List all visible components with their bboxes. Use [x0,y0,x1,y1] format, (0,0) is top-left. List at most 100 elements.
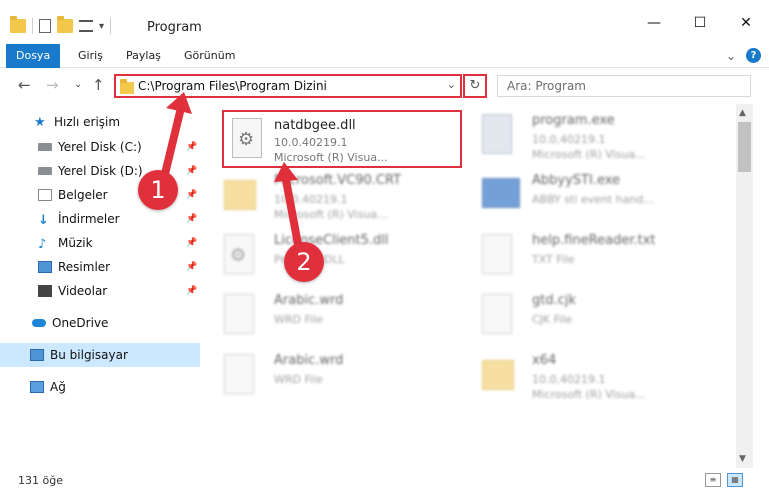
pin-icon[interactable]: 📌 [186,238,197,248]
sidebar-item-label: Yerel Disk (D:) [58,164,143,178]
quick-access-toolbar: ▾ [10,16,112,34]
music-icon: ♪ [38,237,47,252]
sidebar-item-downloads[interactable]: ↓ İndirmeler 📌 [0,207,200,231]
pin-icon[interactable]: 📌 [186,142,197,152]
file-type: WRD File [274,313,323,326]
scroll-up-icon[interactable]: ▲ [739,108,746,118]
callout-marker-2: 2 [284,242,324,282]
file-item[interactable]: x64 10.0.40219.1 Microsoft (R) Visua... [466,344,706,404]
pin-icon[interactable]: 📌 [186,262,197,272]
sidebar-item-label: Ağ [50,380,66,394]
sidebar-item-label: Resimler [58,260,111,274]
sidebar-item-label: Hızlı erişim [54,115,121,129]
tab-home[interactable]: Giriş [68,44,113,68]
file-name: gtd.cjk [532,293,577,308]
scroll-down-icon[interactable]: ▼ [739,454,746,464]
file-version: 10.0.40219.1 [532,373,606,386]
file-version: 10.0.40219.1 [274,136,348,149]
pin-icon[interactable]: 📌 [186,166,197,176]
file-list: natdbgee.dll 10.0.40219.1 Microsoft (R) … [208,104,736,462]
file-description: Microsoft (R) Visua... [274,208,388,221]
downloads-icon: ↓ [38,213,49,228]
minimize-button[interactable]: — [631,10,677,36]
sidebar-item-quick-access[interactable]: ★ Hızlı erişim [0,110,200,134]
file-item[interactable]: AbbyySTI.exe ABBY sti event hand... [466,164,706,224]
scroll-thumb[interactable] [738,122,751,172]
sidebar-item-label: Müzik [58,236,93,250]
sidebar-item-this-pc[interactable]: Bu bilgisayar [0,343,200,367]
pin-icon[interactable]: 📌 [186,214,197,224]
file-item[interactable]: program.exe 10.0.40219.1 Microsoft (R) V… [466,104,706,164]
folder-icon [120,79,134,94]
status-bar: 131 öğe ≡ ▦ [0,468,769,501]
tab-share[interactable]: Paylaş [116,44,171,68]
sidebar-item-label: Belgeler [58,188,108,202]
sidebar-item-videos[interactable]: Videolar 📌 [0,279,200,303]
customize-qat-icon[interactable] [79,20,93,32]
qat-dropdown-icon[interactable]: ▾ [99,21,104,32]
text-file-icon [482,234,512,274]
pin-icon[interactable]: 📌 [186,286,197,296]
file-name: Arabic.wrd [274,293,344,308]
sidebar-item-label: Videolar [58,284,108,298]
help-icon[interactable]: ? [746,48,761,63]
file-item[interactable]: Arabic.wrd WRD File [208,344,448,404]
refresh-button[interactable]: ↻ [463,74,487,98]
documents-icon [38,189,52,201]
computer-icon [30,349,44,361]
sidebar-item-local-disk-c[interactable]: Yerel Disk (C:) 📌 [0,135,200,159]
vertical-scrollbar[interactable]: ▲ ▼ [736,104,753,468]
folder-icon [482,360,514,390]
window-controls: — ☐ ✕ [631,10,769,36]
file-item[interactable]: Microsoft.VC90.CRT 10.0.40219.1 Microsof… [208,164,448,224]
file-name: natdbgee.dll [274,118,356,133]
ribbon-tabs: Dosya Giriş Paylaş Görünüm ⌄ ? [0,44,769,68]
up-button[interactable]: ↑ [92,76,105,94]
file-name: x64 [532,353,557,368]
details-view-icon[interactable]: ≡ [705,473,721,487]
file-item[interactable]: Arabic.wrd WRD File [208,284,448,344]
sidebar-item-pictures[interactable]: Resimler 📌 [0,255,200,279]
file-item-natdbgee-dll[interactable]: natdbgee.dll 10.0.40219.1 Microsoft (R) … [222,110,462,168]
exe-file-icon [482,114,512,154]
star-icon: ★ [34,114,46,130]
file-item[interactable]: LicenseClient5.dll Program DLL [208,224,448,284]
file-icon [224,294,254,334]
videos-icon [38,285,52,297]
pin-icon[interactable]: 📌 [186,190,197,200]
file-version: 10.0.40219.1 [274,193,348,206]
file-description: Microsoft (R) Visua... [532,148,646,161]
tab-view[interactable]: Görünüm [174,44,245,68]
file-icon [224,354,254,394]
properties-icon[interactable] [39,19,51,33]
forward-button[interactable]: → [46,76,59,94]
drive-icon [38,167,52,175]
back-button[interactable]: ← [18,76,31,94]
maximize-button[interactable]: ☐ [677,10,723,36]
folder-icon [224,180,256,210]
recent-locations-button[interactable]: ⌄ [74,79,82,90]
ribbon-right: ⌄ ? [726,48,761,63]
expand-ribbon-icon[interactable]: ⌄ [726,49,736,63]
file-item[interactable]: help.fineReader.txt TXT File [466,224,706,284]
tab-file[interactable]: Dosya [6,44,61,68]
file-description: Microsoft (R) Visua... [532,388,646,401]
new-folder-icon[interactable] [57,16,73,33]
address-field[interactable]: C:\Program Files\Program Dizini ⌄ [114,74,462,98]
folder-icon [10,16,26,33]
address-dropdown-icon[interactable]: ⌄ [447,78,456,91]
sidebar-item-network[interactable]: Ağ [0,375,200,399]
sidebar-item-music[interactable]: ♪ Müzik 📌 [0,231,200,255]
tiles-view-icon[interactable]: ▦ [727,473,743,487]
application-icon [482,178,520,208]
file-name: Arabic.wrd [274,353,344,368]
file-type: TXT File [532,253,575,266]
sidebar-item-label: Bu bilgisayar [50,348,128,362]
sidebar-item-onedrive[interactable]: OneDrive [0,311,200,335]
file-icon [482,294,512,334]
file-item[interactable]: gtd.cjk CJK File [466,284,706,344]
close-button[interactable]: ✕ [723,10,769,36]
search-input[interactable]: Ara: Program [497,75,751,97]
file-description: Microsoft (R) Visua... [274,151,388,164]
window-title: Program [147,20,202,35]
